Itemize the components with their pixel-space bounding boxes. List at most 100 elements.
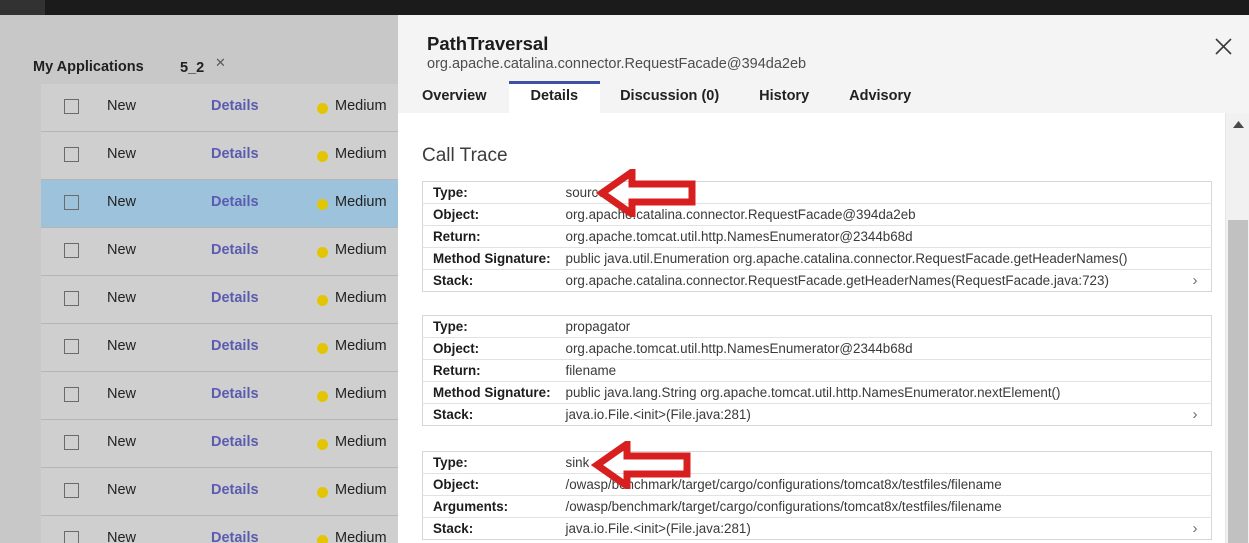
row-checkbox[interactable] [64, 147, 79, 162]
trace-row-value: filename [555, 359, 1212, 382]
tab-discussion-0[interactable]: Discussion (0) [600, 81, 739, 113]
trace-row: Object:/owasp/benchmark/target/cargo/con… [422, 473, 1212, 496]
chevron-right-icon[interactable]: › [1193, 404, 1198, 425]
severity-dot-icon [317, 151, 328, 162]
row-status: New [107, 242, 137, 258]
trace-row: Method Signature: public java.lang.String… [422, 381, 1212, 404]
trace-row-value: java.io.File.<init>(File.java:281) › [565, 518, 1198, 539]
trace-row: Type: propagator [422, 315, 1212, 338]
row-severity: Medium [335, 386, 387, 402]
row-checkbox[interactable] [64, 243, 79, 258]
trace-row-value: org.apache.catalina.connector.RequestFac… [555, 203, 1212, 226]
trace-row-value: /owasp/benchmark/target/cargo/configurat… [555, 495, 1212, 518]
row-details-link[interactable]: Details [211, 146, 259, 162]
table-row[interactable]: New Details Medium [41, 372, 398, 420]
table-row[interactable]: New Details Medium [41, 420, 398, 468]
trace-row-key: Type: [422, 181, 556, 204]
table-row[interactable]: New Details Medium [41, 228, 398, 276]
row-details-link[interactable]: Details [211, 434, 259, 450]
tab-details[interactable]: Details [508, 81, 601, 113]
table-row[interactable]: New Details Medium [41, 324, 398, 372]
row-status: New [107, 530, 137, 543]
row-details-link[interactable]: Details [211, 338, 259, 354]
row-checkbox[interactable] [64, 387, 79, 402]
scrollbar-thumb[interactable] [1228, 220, 1248, 543]
modal-body: Call Trace Type: source Object: org.apache.… [398, 113, 1225, 543]
tab-history[interactable]: History [739, 81, 829, 113]
trace-row[interactable]: Stack: java.io.File.<init>(File.java:281)… [423, 518, 1212, 540]
vulnerability-list: New Details Medium New Details Medium New Detai… [41, 84, 398, 543]
trace-row-value: org.apache.tomcat.util.http.NamesEnumera… [555, 337, 1212, 360]
row-severity: Medium [335, 146, 387, 162]
table-row[interactable]: New Details Medium [41, 468, 398, 516]
modal-subtitle: org.apache.catalina.connector.RequestFac… [427, 56, 807, 72]
row-checkbox[interactable] [64, 435, 79, 450]
close-icon[interactable]: ✕ [215, 55, 226, 71]
tab-label: Discussion (0) [620, 88, 720, 104]
vertical-scrollbar[interactable] [1225, 113, 1249, 543]
modal-header: PathTraversal org.apache.catalina.connec… [398, 15, 1249, 113]
row-status: New [107, 290, 137, 306]
tab-label: Overview [422, 88, 487, 104]
row-checkbox[interactable] [64, 339, 79, 354]
table-row[interactable]: New Details Medium [41, 132, 398, 180]
row-details-link[interactable]: Details [211, 530, 259, 543]
close-icon[interactable] [1211, 34, 1235, 58]
row-details-link[interactable]: Details [211, 386, 259, 402]
row-status: New [107, 386, 137, 402]
row-details-link[interactable]: Details [211, 98, 259, 114]
browser-tab[interactable] [0, 0, 45, 15]
trace-row[interactable]: Stack: org.apache.catalina.connector.Requ… [423, 270, 1212, 292]
chevron-right-icon[interactable]: › [1193, 270, 1198, 291]
row-checkbox[interactable] [64, 99, 79, 114]
row-checkbox[interactable] [64, 195, 79, 210]
trace-row-key: Type: [422, 315, 556, 338]
row-status: New [107, 338, 137, 354]
row-details-link[interactable]: Details [211, 194, 259, 210]
row-severity: Medium [335, 482, 387, 498]
trace-row-key: Return: [422, 225, 556, 248]
severity-dot-icon [317, 535, 328, 543]
trace-row: Object: org.apache.catalina.connector.Req… [422, 203, 1212, 226]
trace-row-key: Object: [422, 337, 556, 360]
trace-row-value: sink [555, 451, 1212, 474]
app-tab-label[interactable]: 5_2 [180, 60, 204, 76]
trace-row-value: propagator [555, 315, 1212, 338]
row-details-link[interactable]: Details [211, 482, 259, 498]
tab-label: Details [530, 88, 579, 104]
tab-overview[interactable]: Overview [398, 81, 509, 113]
severity-dot-icon [317, 487, 328, 498]
row-status: New [107, 434, 137, 450]
trace-row-value: java.io.File.<init>(File.java:281) › [565, 404, 1198, 425]
tab-advisory[interactable]: Advisory [829, 81, 931, 113]
severity-dot-icon [317, 295, 328, 306]
trace-row-key: Object: [422, 473, 556, 496]
table-row[interactable]: New Details Medium [41, 276, 398, 324]
row-checkbox[interactable] [64, 483, 79, 498]
row-severity: Medium [335, 530, 387, 543]
row-severity: Medium [335, 242, 387, 258]
browser-title-bar [0, 0, 1249, 15]
row-severity: Medium [335, 434, 387, 450]
row-details-link[interactable]: Details [211, 290, 259, 306]
severity-dot-icon [317, 247, 328, 258]
row-status: New [107, 146, 137, 162]
caret-up-icon[interactable] [1226, 117, 1249, 131]
chevron-right-icon[interactable]: › [1193, 518, 1198, 539]
screen-root: My Applications 5_2 ✕ New Details Medium Ne… [0, 0, 1249, 543]
trace-row: Return: org.apache.tomcat.util.http.Names… [422, 225, 1212, 248]
severity-dot-icon [317, 199, 328, 210]
trace-row-key: Method Signature: [422, 247, 556, 270]
row-checkbox[interactable] [64, 291, 79, 306]
trace-row[interactable]: Stack: java.io.File.<init>(File.java:281)… [423, 404, 1212, 426]
severity-dot-icon [317, 439, 328, 450]
severity-dot-icon [317, 343, 328, 354]
row-checkbox[interactable] [64, 531, 79, 543]
trace-row: Type: sink [422, 451, 1212, 474]
source-block: Type: source Object: org.apache.catalina.co… [422, 181, 1212, 292]
table-row[interactable]: New Details Medium [41, 84, 398, 132]
table-row[interactable]: New Details Medium [41, 180, 398, 228]
page-title: My Applications [33, 59, 144, 75]
row-details-link[interactable]: Details [211, 242, 259, 258]
table-row[interactable]: New Details Medium [41, 516, 398, 543]
